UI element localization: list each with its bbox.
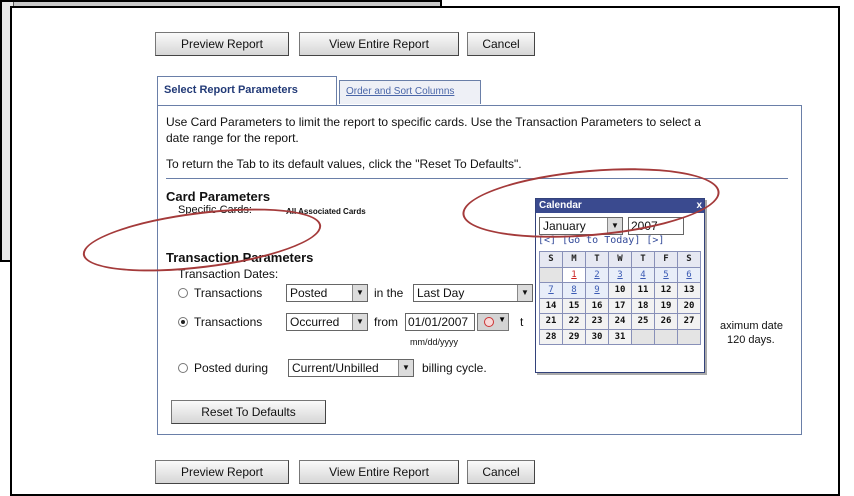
billing-cycle-select-value: Current/Unbilled bbox=[292, 361, 379, 375]
calendar-day[interactable]: 14 bbox=[539, 297, 563, 314]
calendar-day[interactable]: 4 bbox=[631, 266, 655, 283]
calendar-day[interactable]: 9 bbox=[585, 282, 609, 299]
calendar-day[interactable]: 19 bbox=[654, 297, 678, 314]
calendar-day[interactable]: 18 bbox=[631, 297, 655, 314]
calendar-day[interactable]: 21 bbox=[539, 313, 563, 330]
reset-to-defaults-button[interactable]: Reset To Defaults bbox=[171, 400, 326, 424]
calendar-empty-cell bbox=[539, 266, 563, 283]
option2-label: Transactions bbox=[194, 315, 263, 329]
in-the-label: in the bbox=[374, 286, 404, 300]
radio-transactions-posted[interactable] bbox=[178, 288, 188, 298]
weekday-header: T bbox=[585, 251, 609, 268]
intro-line-2: date range for the report. bbox=[166, 131, 299, 145]
cancel-button-top[interactable]: Cancel bbox=[467, 32, 535, 56]
chevron-down-icon: ▼ bbox=[517, 285, 532, 301]
calendar-button[interactable]: ▼ bbox=[477, 313, 509, 331]
date-format-hint: mm/dd/yyyy bbox=[410, 337, 459, 347]
radio-transactions-occurred[interactable] bbox=[178, 317, 188, 327]
calendar-day[interactable]: 27 bbox=[677, 313, 701, 330]
calendar-day[interactable]: 17 bbox=[608, 297, 632, 314]
calendar-day[interactable]: 30 bbox=[585, 328, 609, 345]
radio-posted-during[interactable] bbox=[178, 363, 188, 373]
calendar-day[interactable]: 13 bbox=[677, 282, 701, 299]
posted-select-value: Posted bbox=[290, 286, 328, 300]
calendar-day[interactable]: 6 bbox=[677, 266, 701, 283]
calendar-day[interactable]: 5 bbox=[654, 266, 678, 283]
billing-cycle-select[interactable]: Current/Unbilled ▼ bbox=[288, 359, 414, 377]
calendar-day[interactable]: 2 bbox=[585, 266, 609, 283]
calendar-empty-cell bbox=[654, 328, 678, 345]
tab-order-and-sort-columns[interactable]: Order and Sort Columns bbox=[339, 80, 481, 104]
max-date-note-2: 120 days. bbox=[727, 334, 775, 346]
calendar-day[interactable]: 25 bbox=[631, 313, 655, 330]
calendar-day[interactable]: 24 bbox=[608, 313, 632, 330]
calendar-day[interactable]: 26 bbox=[654, 313, 678, 330]
weekday-header: T bbox=[631, 251, 655, 268]
calendar-day[interactable]: 31 bbox=[608, 328, 632, 345]
weekday-header: F bbox=[654, 251, 678, 268]
calendar-day[interactable]: 10 bbox=[608, 282, 632, 299]
preview-report-button-top[interactable]: Preview Report bbox=[155, 32, 289, 56]
to-label: t bbox=[520, 315, 524, 329]
calendar-empty-cell bbox=[631, 328, 655, 345]
period-select-value: Last Day bbox=[417, 286, 465, 300]
tab-select-report-parameters[interactable]: Select Report Parameters bbox=[157, 76, 337, 106]
period-select[interactable]: Last Day ▼ bbox=[413, 284, 533, 302]
cancel-button-bottom[interactable]: Cancel bbox=[467, 460, 535, 484]
weekday-header: M bbox=[562, 251, 586, 268]
chevron-down-icon: ▼ bbox=[352, 285, 367, 301]
intro-line-3: To return the Tab to its default values,… bbox=[166, 157, 522, 171]
billing-cycle-suffix: billing cycle. bbox=[422, 361, 487, 375]
chevron-down-icon: ▼ bbox=[398, 360, 413, 376]
calendar-week-row: 123456 bbox=[539, 266, 701, 283]
calendar-day[interactable]: 12 bbox=[654, 282, 678, 299]
chevron-down-icon: ▼ bbox=[498, 315, 506, 324]
posted-select[interactable]: Posted ▼ bbox=[286, 284, 368, 302]
weekday-header: S bbox=[539, 251, 563, 268]
calendar-day[interactable]: 20 bbox=[677, 297, 701, 314]
calendar-day[interactable]: 15 bbox=[562, 297, 586, 314]
calendar-icon bbox=[484, 317, 494, 327]
weekday-header: S bbox=[677, 251, 701, 268]
calendar-day[interactable]: 29 bbox=[562, 328, 586, 345]
calendar-day[interactable]: 7 bbox=[539, 282, 563, 299]
calendar-day[interactable]: 3 bbox=[608, 266, 632, 283]
calendar-week-row: 7 8 9 10 11 12 13 bbox=[539, 282, 701, 299]
preview-report-button-bottom[interactable]: Preview Report bbox=[155, 460, 289, 484]
calendar-day[interactable]: 23 bbox=[585, 313, 609, 330]
intro-line-1: Use Card Parameters to limit the report … bbox=[166, 115, 701, 129]
calendar-empty-cell bbox=[677, 328, 701, 345]
from-date-input[interactable]: 01/01/2007 bbox=[405, 313, 475, 331]
calendar-day[interactable]: 16 bbox=[585, 297, 609, 314]
calendar-day[interactable]: 28 bbox=[539, 328, 563, 345]
occurred-select[interactable]: Occurred ▼ bbox=[286, 313, 368, 331]
from-label: from bbox=[374, 315, 398, 329]
chevron-down-icon: ▼ bbox=[352, 314, 367, 330]
view-entire-report-button-top[interactable]: View Entire Report bbox=[299, 32, 459, 56]
weekday-header: W bbox=[608, 251, 632, 268]
calendar-week-row: 28 29 30 31 bbox=[539, 328, 701, 345]
option3-label: Posted during bbox=[194, 361, 269, 375]
weekday-header-row: SMTWTFS bbox=[539, 251, 701, 268]
calendar-day[interactable]: 1 bbox=[562, 266, 586, 283]
view-entire-report-button-bottom[interactable]: View Entire Report bbox=[299, 460, 459, 484]
calendar-day[interactable]: 22 bbox=[562, 313, 586, 330]
calendar-week-row: 14 15 16 17 18 19 20 bbox=[539, 297, 701, 314]
calendar-day[interactable]: 11 bbox=[631, 282, 655, 299]
option1-label: Transactions bbox=[194, 286, 263, 300]
calendar-grid: SMTWTFS 123456 7 8 9 10 11 12 13 14 15 16 17 18 19 2… bbox=[539, 251, 701, 345]
calendar-day[interactable]: 8 bbox=[562, 282, 586, 299]
occurred-select-value: Occurred bbox=[290, 315, 340, 329]
calendar-week-row: 21 22 23 24 25 26 27 bbox=[539, 313, 701, 330]
parameters-panel: Use Card Parameters to limit the report … bbox=[157, 105, 802, 435]
